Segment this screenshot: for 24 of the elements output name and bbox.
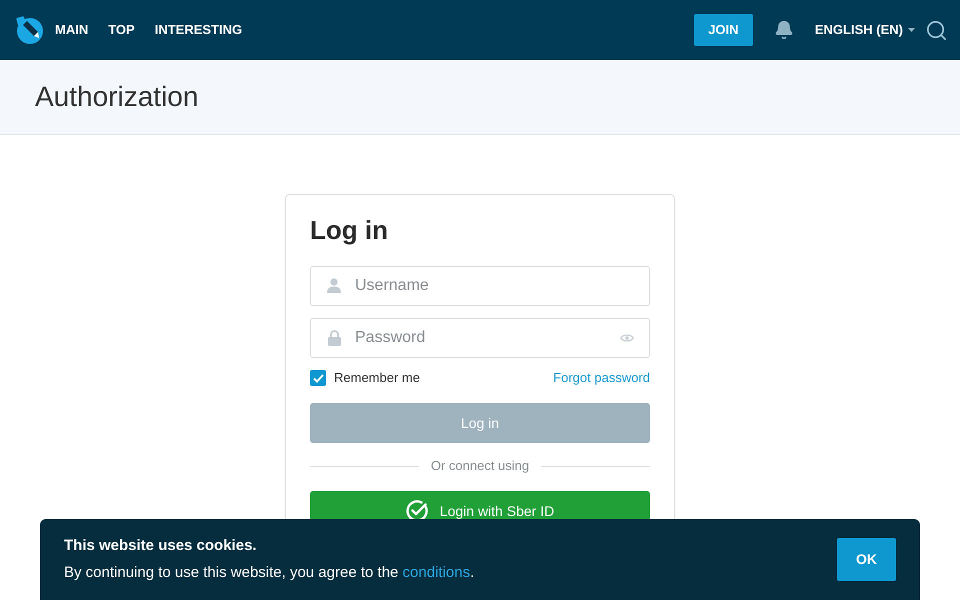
nav-link[interactable]: INTERESTING — [154, 20, 242, 40]
remember-me-checkbox[interactable]: Remember me — [310, 368, 420, 388]
nav-link[interactable]: MAIN — [55, 20, 88, 40]
caret-down-icon — [908, 28, 915, 32]
lock-icon — [328, 330, 340, 346]
join-button[interactable]: JOIN — [694, 14, 753, 46]
bell-icon[interactable] — [774, 20, 794, 40]
check-circle-icon — [406, 500, 428, 522]
cookie-banner-title: This website uses cookies. — [64, 536, 258, 556]
login-title: Log in — [310, 214, 389, 247]
user-icon — [327, 278, 341, 293]
username-field[interactable]: Username — [310, 266, 650, 306]
search-icon[interactable] — [925, 18, 948, 42]
conditions-link[interactable]: conditions — [402, 564, 470, 581]
forgot-password-link[interactable]: Forgot password — [553, 368, 650, 388]
password-field[interactable]: Password — [310, 318, 650, 358]
checked-checkbox-icon[interactable] — [310, 370, 326, 386]
ok-button[interactable]: OK — [837, 538, 896, 581]
cookie-notice-text: By continuing to use this website, you agree to the conditions. — [64, 563, 476, 583]
nav-link[interactable]: TOP — [108, 20, 135, 40]
page-title: Authorization — [35, 80, 198, 114]
divider-label: Or connect using — [430, 457, 530, 476]
language-dropdown[interactable]: ENGLISH (EN) — [814, 20, 915, 40]
pencil-logo-icon[interactable] — [15, 15, 45, 45]
